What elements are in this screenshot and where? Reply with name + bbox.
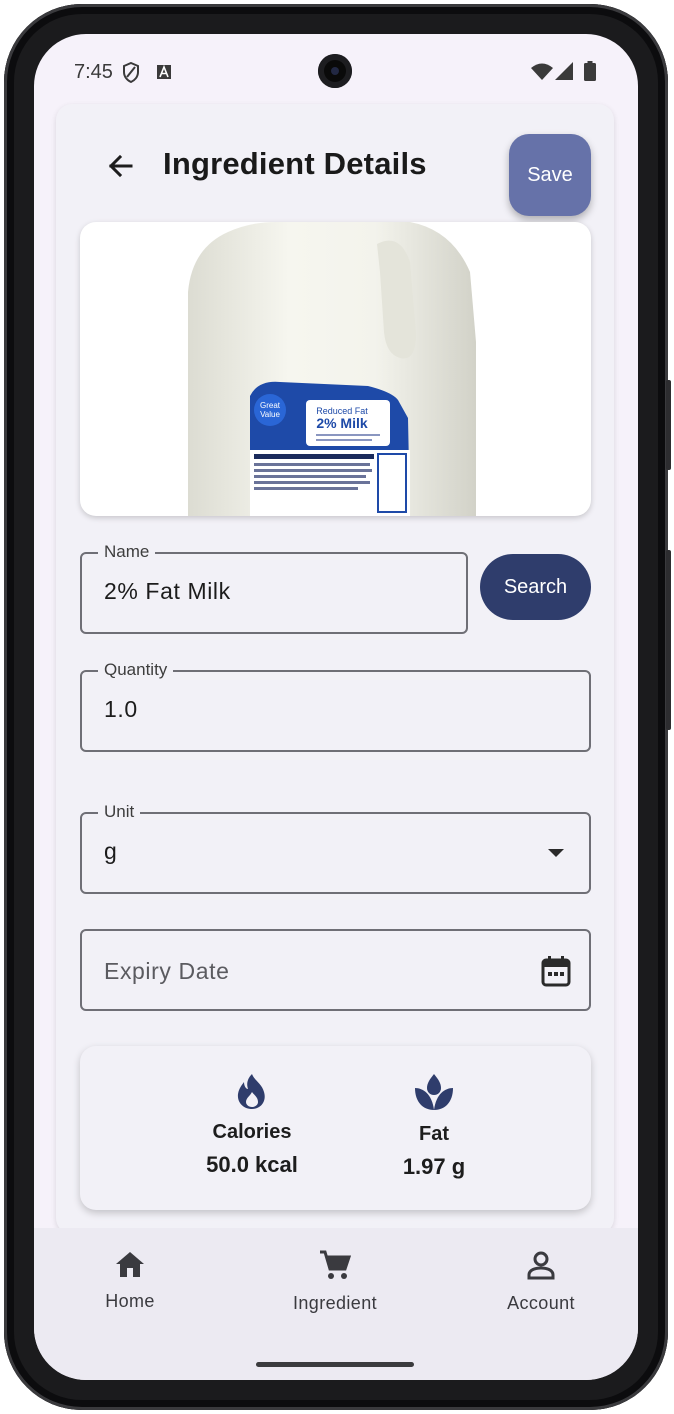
home-icon [116,1252,144,1277]
volume-button [666,550,671,730]
power-button [666,380,671,470]
product-variant-line2: 2% Milk [316,415,368,431]
screen: 7:45 Ingredient Details Save Great Value… [34,34,638,1380]
nav-item-home[interactable]: Home [55,1250,205,1312]
product-brand-text: Great [260,401,281,410]
gesture-home-indicator[interactable] [256,1362,414,1367]
name-field-value: 2% Fat Milk [104,578,231,604]
unit-dropdown-label: Unit [98,802,141,822]
expiry-date-field[interactable]: Expiry Date [80,929,591,1011]
quantity-field-value: 1.0 [104,696,138,722]
quantity-field[interactable]: Quantity 1.0 [80,660,591,752]
back-button[interactable] [100,146,140,186]
fat-label: Fat [419,1123,449,1145]
nav-label-ingredient: Ingredient [292,1293,378,1313]
fat-item: Fat 1.97 g [354,1072,514,1180]
nav-item-account[interactable]: Account [466,1250,616,1314]
front-camera [318,54,352,88]
bottom-navigation: Home Ingredient Account [34,1228,638,1380]
expiry-date-placeholder: Expiry Date [104,958,230,984]
ingredient-card: Ingredient Details Save Great Value Redu… [56,104,614,1234]
battery-icon [584,61,596,86]
save-button[interactable]: Save [509,134,591,216]
unit-dropdown[interactable]: Unit g [80,802,591,894]
nav-item-ingredient[interactable]: Ingredient [260,1250,410,1314]
shield-icon [122,61,140,88]
flame-icon [237,1074,265,1109]
page-title: Ingredient Details [163,146,427,181]
signal-icon [555,62,573,85]
calories-value: 50.0 kcal [206,1152,298,1177]
name-field-label: Name [98,542,156,562]
quantity-field-label: Quantity [98,660,174,680]
cart-icon [320,1250,352,1279]
keyboard-a-icon [157,64,171,84]
search-button[interactable]: Search [480,554,591,620]
svg-text:Value: Value [260,410,280,419]
person-icon [527,1251,555,1280]
leaf-drop-icon [415,1074,453,1110]
fat-value: 1.97 g [402,1154,466,1179]
calories-item: Calories 50.0 kcal [172,1072,332,1178]
unit-dropdown-value: g [104,838,118,864]
arrow-back-icon [108,154,133,178]
nutrition-card: Calories 50.0 kcal Fat 1.97 g [80,1046,591,1210]
status-bar: 7:45 [34,34,638,110]
dropdown-arrow-icon [548,849,564,857]
nav-label-account: Account [507,1293,575,1313]
nav-label-home: Home [105,1291,155,1311]
calories-label: Calories [212,1121,292,1143]
calendar-icon[interactable] [541,955,571,987]
product-image: Great Value Reduced Fat 2% Milk [80,222,591,516]
name-field[interactable]: Name 2% Fat Milk [80,542,468,634]
wifi-icon [531,63,553,85]
status-time: 7:45 [74,61,113,83]
